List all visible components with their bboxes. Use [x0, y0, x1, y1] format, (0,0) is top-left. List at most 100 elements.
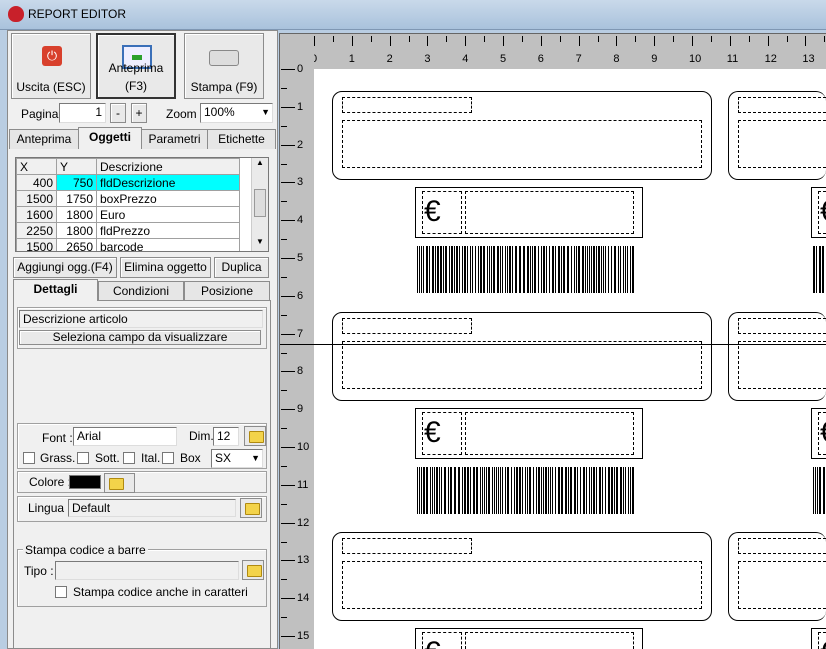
col-x[interactable]: X: [16, 158, 57, 175]
barcode-bar: [552, 466, 553, 514]
print-chars-checkbox[interactable]: [55, 586, 67, 598]
table-row[interactable]: 2250 1800 fldPrezzo: [16, 222, 240, 239]
table-cell[interactable]: 1600: [16, 206, 57, 223]
barcode-type-input[interactable]: [55, 561, 239, 580]
table-cell[interactable]: fldDescrizione: [96, 174, 240, 191]
table-cell[interactable]: 1750: [56, 190, 97, 207]
table-cell[interactable]: 2250: [16, 222, 57, 239]
table-cell[interactable]: 1800: [56, 222, 97, 239]
scroll-thumb[interactable]: [254, 189, 266, 217]
table-row[interactable]: 1500 2650 barcode: [16, 238, 240, 251]
barcode-bar: [813, 246, 815, 293]
page-input[interactable]: 1: [59, 103, 106, 123]
table-cell[interactable]: 1500: [16, 190, 57, 207]
table-cell[interactable]: 1500: [16, 238, 57, 251]
barcode-bar: [436, 466, 438, 514]
barcode-bar: [484, 466, 485, 514]
barcode-bar: [599, 466, 601, 514]
barcode-bar: [443, 246, 444, 293]
print-button[interactable]: Stampa (F9): [184, 33, 264, 99]
tab-condizioni[interactable]: Condizioni: [98, 281, 184, 301]
underline-checkbox[interactable]: [77, 452, 89, 464]
table-row[interactable]: 1500 1750 boxPrezzo: [16, 190, 240, 207]
tab-oggetti[interactable]: Oggetti: [78, 127, 142, 149]
barcode-bar: [536, 466, 537, 514]
scroll-down-icon[interactable]: ▼: [252, 237, 268, 246]
price-field-placeholder: [465, 191, 634, 234]
barcode-bar: [586, 466, 587, 514]
barcode-bar: [500, 246, 501, 293]
field-placeholder: [738, 538, 826, 554]
barcode-bar: [565, 466, 567, 514]
table-cell[interactable]: barcode: [96, 238, 240, 251]
bold-checkbox[interactable]: [23, 452, 35, 464]
table-cell[interactable]: Euro: [96, 206, 240, 223]
barcode: [813, 466, 826, 514]
font-label: Font :: [42, 431, 73, 445]
italic-checkbox[interactable]: [123, 452, 135, 464]
scroll-up-icon[interactable]: ▲: [252, 158, 268, 167]
add-object-button[interactable]: Aggiungi ogg.(F4): [13, 257, 117, 278]
box-checkbox[interactable]: [162, 452, 174, 464]
barcode-bar: [505, 246, 506, 293]
col-descrizione[interactable]: Descrizione: [96, 158, 240, 175]
barcode-bar: [532, 246, 533, 293]
zoom-select[interactable]: 100% ▼: [200, 103, 273, 123]
tab-etichette[interactable]: Etichette: [207, 129, 276, 149]
zoom-label: Zoom: [166, 107, 197, 121]
select-field-button[interactable]: Seleziona campo da visualizzare: [19, 330, 261, 345]
bold-label: Grass.: [40, 451, 76, 465]
left-panel: ⏻ Uscita (ESC) Anteprima (F3) Stampa (F9…: [7, 30, 278, 649]
barcode-bar: [616, 466, 618, 514]
col-y[interactable]: Y: [56, 158, 97, 175]
barcode-bar: [494, 466, 495, 514]
delete-object-button[interactable]: Elimina oggetto: [120, 257, 211, 278]
barcode-type-folder-icon[interactable]: [242, 560, 264, 580]
report-canvas[interactable]: 0 1 2 3 4 5 6 7 8 9 10 11 12 13 0 1 2 3 4 5 6 7 8 9 10 11 12 13 14 1…: [279, 33, 826, 649]
language-input[interactable]: Default: [68, 499, 236, 517]
tab-anteprima[interactable]: Anteprima: [9, 129, 79, 149]
exit-button[interactable]: ⏻ Uscita (ESC): [11, 33, 91, 99]
field-placeholder: [342, 538, 472, 554]
preview-button[interactable]: Anteprima (F3): [96, 33, 176, 99]
barcode-bar: [530, 246, 531, 293]
table-cell[interactable]: 2650: [56, 238, 97, 251]
table-row[interactable]: 1600 1800 Euro: [16, 206, 240, 223]
color-swatch[interactable]: [69, 475, 101, 489]
table-cell[interactable]: 750: [56, 174, 97, 191]
duplicate-button[interactable]: Duplica: [214, 257, 269, 278]
barcode-bar: [527, 246, 529, 293]
table-row[interactable]: 400 750 fldDescrizione: [16, 174, 240, 191]
barcode-bar: [587, 246, 588, 293]
barcode-bar: [614, 246, 616, 293]
tab-posizione[interactable]: Posizione: [184, 281, 270, 301]
tab-parametri[interactable]: Parametri: [141, 129, 208, 149]
page-next-button[interactable]: +: [131, 103, 147, 123]
objects-table[interactable]: X Y Descrizione 400 750 fldDescrizione 1500 17…: [15, 157, 269, 252]
table-cell[interactable]: boxPrezzo: [96, 190, 240, 207]
barcode-bar: [563, 246, 565, 293]
barcode-bar: [602, 466, 603, 514]
description-field-placeholder: [342, 120, 702, 168]
barcode-bar: [519, 246, 521, 293]
table-cell[interactable]: 400: [16, 174, 57, 191]
table-cell[interactable]: fldPrezzo: [96, 222, 240, 239]
align-select[interactable]: SX ▼: [211, 449, 263, 468]
language-browse-folder-icon[interactable]: [240, 498, 262, 518]
barcode-bar: [523, 246, 525, 293]
barcode-bar: [486, 466, 487, 514]
page-prev-button[interactable]: -: [110, 103, 126, 123]
table-cell[interactable]: 1800: [56, 206, 97, 223]
barcode-bar: [516, 466, 518, 514]
dim-input[interactable]: 12: [213, 427, 239, 446]
barcode-bar: [417, 466, 418, 514]
font-input[interactable]: Arial: [73, 427, 177, 446]
euro-symbol: €: [424, 415, 441, 449]
barcode-bar: [576, 246, 577, 293]
color-picker-folder-icon[interactable]: [104, 473, 135, 493]
font-browse-folder-icon[interactable]: [244, 426, 266, 446]
table-scrollbar[interactable]: ▲ ▼: [251, 158, 268, 251]
barcode-bar: [823, 466, 825, 514]
tab-dettagli[interactable]: Dettagli: [13, 279, 98, 301]
barcode-bar: [451, 246, 453, 293]
